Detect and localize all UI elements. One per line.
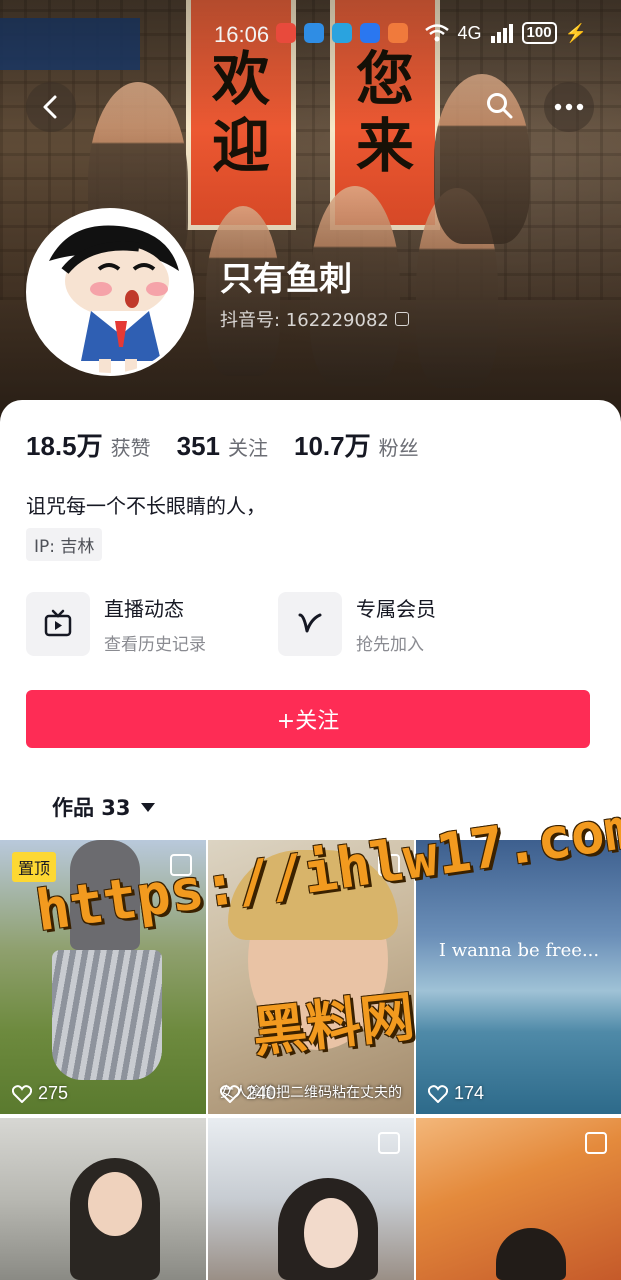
douyin-id-text: 抖音号: 162229082 bbox=[220, 310, 389, 331]
more-button[interactable] bbox=[544, 82, 594, 132]
telegram-icon bbox=[332, 23, 352, 43]
like-count: 240 bbox=[220, 1083, 276, 1104]
tile-hair bbox=[228, 850, 398, 940]
tile-face bbox=[304, 1198, 358, 1268]
profile-nickname: 只有鱼刺 bbox=[220, 259, 352, 298]
shield-app-icon bbox=[360, 23, 380, 43]
charging-icon: ⚡ bbox=[564, 22, 587, 43]
multi-image-icon bbox=[170, 854, 192, 876]
stat-label: 获赞 bbox=[110, 436, 151, 460]
app-icon bbox=[388, 23, 408, 43]
tv-icon bbox=[44, 609, 72, 637]
status-bar: 16:06 4G 100 ⚡ bbox=[0, 20, 621, 54]
follow-button[interactable]: +关注 bbox=[26, 690, 590, 748]
stat-likes: 18.5万 获赞 bbox=[26, 426, 151, 463]
network-label: 4G bbox=[457, 22, 482, 43]
stat-number: 351 bbox=[176, 431, 220, 461]
notification-icons bbox=[276, 23, 408, 43]
live-subtitle: 查看历史记录 bbox=[104, 635, 206, 655]
status-time: 16:06 bbox=[214, 22, 270, 47]
missed-call-icon bbox=[276, 23, 296, 43]
ip-location-tag: IP: 吉林 bbox=[26, 528, 103, 561]
v-icon bbox=[298, 613, 322, 633]
like-count-text: 275 bbox=[38, 1083, 69, 1103]
tile-person bbox=[496, 1228, 566, 1280]
avatar[interactable] bbox=[26, 208, 194, 376]
multi-image-icon bbox=[585, 1132, 607, 1154]
pinned-badge: 置顶 bbox=[12, 852, 57, 882]
video-grid: 置顶 275 女人偷偷把二维码粘在丈夫的 240 I wanna be free… bbox=[0, 840, 621, 1280]
cartoon-avatar-image bbox=[29, 211, 191, 373]
like-count: 275 bbox=[12, 1083, 68, 1104]
signal-icon bbox=[490, 24, 513, 43]
stat-following[interactable]: 351 关注 bbox=[177, 431, 268, 462]
stat-label: 粉丝 bbox=[378, 436, 419, 460]
video-tile[interactable] bbox=[208, 1118, 414, 1280]
multi-image-icon bbox=[378, 1132, 400, 1154]
stat-number: 10.7万 bbox=[294, 431, 371, 461]
tile-figure-skirt bbox=[52, 950, 162, 1080]
member-subtitle: 抢先加入 bbox=[356, 635, 424, 655]
membership-entry[interactable]: 专属会员 抢先加入 bbox=[278, 592, 436, 656]
video-tile[interactable]: I wanna be free... 174 bbox=[416, 840, 621, 1114]
stat-label: 关注 bbox=[228, 436, 268, 460]
video-tile[interactable]: 女人偷偷把二维码粘在丈夫的 240 bbox=[208, 840, 414, 1114]
video-overlay-text: I wanna be free... bbox=[438, 940, 600, 961]
heart-icon bbox=[428, 1084, 448, 1103]
stat-number: 18.5万 bbox=[26, 431, 103, 461]
like-count-text: 174 bbox=[454, 1083, 485, 1103]
video-tile[interactable] bbox=[416, 1118, 621, 1280]
like-count-text: 240 bbox=[246, 1083, 277, 1103]
profile-bio: 诅咒每一个不长眼睛的人， bbox=[26, 494, 266, 518]
tile-figure bbox=[70, 840, 140, 950]
member-title: 专属会员 bbox=[356, 597, 436, 621]
tile-face bbox=[88, 1172, 142, 1236]
message-icon bbox=[304, 23, 324, 43]
system-indicators: 4G 100 ⚡ bbox=[424, 22, 587, 44]
works-tab-label: 作品 33 bbox=[52, 796, 131, 820]
copy-icon[interactable] bbox=[394, 312, 409, 326]
wifi-icon bbox=[424, 24, 449, 42]
live-title: 直播动态 bbox=[104, 597, 184, 621]
like-count: 174 bbox=[428, 1083, 484, 1104]
live-history-entry[interactable]: 直播动态 查看历史记录 bbox=[26, 592, 206, 656]
profile-stats: 18.5万 获赞 351 关注 10.7万 粉丝 bbox=[26, 426, 419, 463]
search-icon[interactable] bbox=[486, 92, 514, 120]
video-tile[interactable] bbox=[0, 1118, 206, 1280]
video-tile[interactable]: 置顶 275 bbox=[0, 840, 206, 1114]
douyin-id[interactable]: 抖音号: 162229082 bbox=[220, 306, 409, 332]
member-icon-box bbox=[278, 592, 342, 656]
heart-icon bbox=[12, 1084, 32, 1103]
battery-indicator: 100 bbox=[521, 22, 557, 44]
stat-followers[interactable]: 10.7万 粉丝 bbox=[294, 426, 419, 463]
more-dots-icon bbox=[554, 103, 584, 111]
multi-image-icon bbox=[378, 854, 400, 876]
caret-down-icon bbox=[140, 802, 155, 812]
back-button[interactable] bbox=[26, 82, 76, 132]
chevron-left-icon bbox=[43, 95, 57, 119]
tab-works[interactable]: 作品 33 bbox=[52, 792, 155, 822]
live-icon-box bbox=[26, 592, 90, 656]
heart-icon bbox=[220, 1084, 240, 1103]
